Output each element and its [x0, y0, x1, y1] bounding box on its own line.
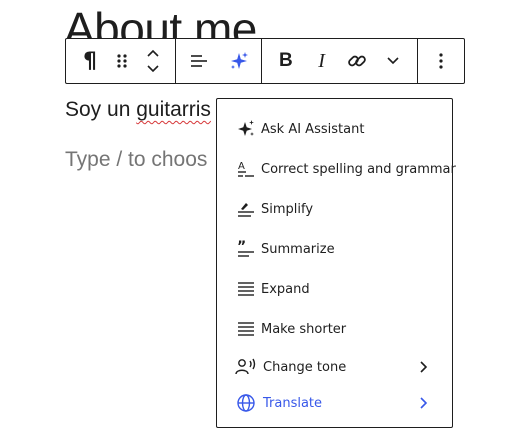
move-up-icon[interactable] [145, 48, 161, 58]
link-icon [348, 55, 367, 67]
post-heading[interactable]: About me [64, 2, 257, 38]
block-type-button[interactable]: ¶ [72, 39, 108, 83]
alignment-ai-group [176, 39, 262, 83]
menu-item-summarize[interactable]: ” Summarize [217, 231, 452, 267]
block-toolbar: ¶ B I [65, 38, 465, 84]
globe-icon [234, 391, 258, 415]
move-down-icon[interactable] [145, 64, 161, 74]
menu-item-simplify[interactable]: Simplify [217, 191, 452, 227]
more-rich-text-icon [387, 57, 399, 65]
spellcheck-icon: A [234, 157, 258, 181]
mover-controls [136, 39, 170, 83]
menu-item-label: Change tone [263, 359, 347, 375]
tone-icon [234, 355, 258, 379]
shorter-lines-icon [234, 317, 258, 341]
more-rich-text-button[interactable] [378, 39, 408, 83]
menu-item-label: Correct spelling and grammar [261, 161, 456, 177]
options-group [418, 39, 464, 83]
menu-item-label: Ask AI Assistant [261, 121, 365, 137]
options-button[interactable] [426, 39, 456, 83]
menu-item-expand[interactable]: Expand [217, 271, 452, 307]
expand-lines-icon [234, 277, 258, 301]
misspelled-word: guitarris [136, 98, 211, 121]
menu-item-make-shorter[interactable]: Make shorter [217, 311, 452, 347]
link-button[interactable] [342, 39, 372, 83]
bold-button[interactable]: B [271, 39, 301, 83]
options-icon [439, 53, 443, 69]
empty-block-placeholder[interactable]: Type / to choos [65, 147, 207, 173]
paragraph-text: Soy un [65, 98, 137, 121]
simplify-icon [234, 197, 258, 221]
menu-item-translate[interactable]: Translate [217, 385, 452, 421]
bold-icon: B [279, 50, 293, 71]
drag-handle-icon [117, 54, 127, 68]
menu-item-change-tone[interactable]: Change tone [217, 349, 452, 385]
paragraph-block[interactable]: Soy un guitarris [65, 97, 211, 123]
heading-text: About me [64, 3, 257, 38]
menu-item-ask-ai[interactable]: Ask AI Assistant [217, 111, 452, 147]
ai-assistant-menu: Ask AI Assistant A Correct spelling and … [216, 98, 456, 428]
align-icon [190, 55, 207, 67]
menu-item-label: Make shorter [261, 321, 347, 337]
menu-item-label: Summarize [261, 241, 335, 257]
italic-button[interactable]: I [307, 39, 337, 83]
ai-assistant-button[interactable] [224, 39, 254, 83]
quote-icon: ” [234, 237, 258, 261]
format-group: B I [262, 39, 418, 83]
drag-handle-button[interactable] [108, 39, 136, 83]
sparkle-icon [234, 117, 258, 141]
italic-icon: I [318, 49, 325, 72]
chevron-right-icon [420, 397, 428, 409]
chevron-right-icon [420, 361, 428, 373]
paragraph-icon: ¶ [83, 48, 97, 74]
menu-item-label: Expand [261, 281, 310, 297]
menu-item-correct-spelling[interactable]: A Correct spelling and grammar [217, 151, 456, 187]
ai-sparkle-icon [230, 52, 248, 69]
align-button[interactable] [184, 39, 214, 83]
block-controls-group: ¶ [66, 39, 176, 83]
menu-item-label: Translate [263, 395, 323, 411]
svg-text:A: A [238, 161, 245, 172]
menu-item-label: Simplify [261, 201, 314, 217]
